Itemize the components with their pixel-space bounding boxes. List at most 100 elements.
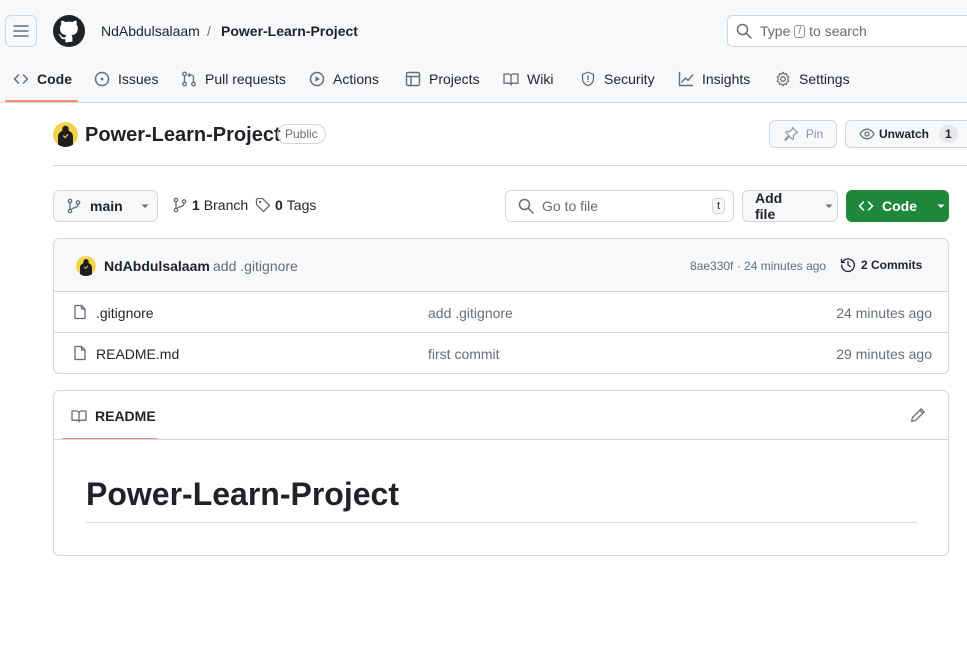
tab-label: Projects [429,71,480,87]
tab-label: Issues [118,71,159,87]
commit-author-link[interactable]: NdAbdulsalaam [104,258,210,274]
search-icon [736,23,752,39]
readme-divider [54,439,948,440]
readme-tab-label: README [95,408,156,424]
file-commit-message-link[interactable]: first commit [428,346,500,362]
search-input[interactable]: Type / to search [727,15,967,47]
code-icon [858,198,874,214]
tab-settings[interactable]: Settings [775,67,850,91]
issue-icon [94,71,110,87]
readme-panel: README Power-Learn-Project [53,390,949,556]
file-icon [72,304,88,320]
breadcrumb-repo-link[interactable]: Power-Learn-Project [221,22,358,40]
repo-title[interactable]: Power-Learn-Project [85,122,281,148]
table-row: .gitignore add .gitignore 24 minutes ago [54,292,948,333]
owner-avatar[interactable] [53,122,78,147]
search-shortcut-key: / [794,24,806,38]
hamburger-icon [13,23,29,39]
go-to-file-input[interactable]: Go to file t [505,190,734,222]
table-row: README.md first commit 29 minutes ago [54,333,948,373]
tab-security[interactable]: Security [580,67,655,91]
commits-count-label: 2 Commits [861,258,923,272]
eye-icon [859,126,875,142]
git-branch-icon [66,198,82,214]
title-divider [53,165,967,166]
visibility-badge: Public [277,124,326,144]
file-commit-age: 29 minutes ago [836,346,932,362]
tab-label: Security [604,71,655,87]
branch-count: 1 [192,197,200,213]
book-icon [503,71,519,87]
unwatch-label: Unwatch [879,127,930,141]
add-file-button[interactable]: Add file [742,190,838,222]
pencil-icon[interactable] [910,407,926,423]
branch-word: Branch [203,197,249,213]
book-icon [71,408,87,424]
pin-label: Pin [805,127,824,141]
readme-heading: Power-Learn-Project [86,476,399,512]
play-icon [309,71,325,87]
file-commit-message-link[interactable]: add .gitignore [428,305,513,321]
tab-label: Wiki [527,71,554,87]
github-logo-icon[interactable] [53,15,85,47]
code-button-label: Code [882,198,917,214]
tab-wiki[interactable]: Wiki [503,67,553,91]
readme-tab[interactable]: README [71,408,156,424]
tab-label: Code [37,71,72,87]
history-icon [840,257,856,273]
latest-commit-bar: NdAbdulsalaam add .gitignore 8ae330f · 2… [54,239,948,292]
readme-heading-rule [86,522,917,523]
branch-name: main [90,198,123,214]
watch-count: 1 [939,125,958,143]
tab-label: Actions [333,71,379,87]
pin-button[interactable]: Pin [769,120,837,148]
branch-select-button[interactable]: main [53,190,158,222]
code-button[interactable]: Code [846,190,949,222]
chevron-down-icon [933,198,949,214]
breadcrumb-separator: / [207,23,211,39]
tab-projects[interactable]: Projects [405,67,480,91]
tag-count: 0 [275,197,283,213]
commits-history-link[interactable]: 2 Commits [840,257,922,273]
active-tab-indicator [5,100,78,102]
code-icon [13,71,29,87]
tags-link[interactable]: 0 Tags [255,197,316,213]
file-table: NdAbdulsalaam add .gitignore 8ae330f · 2… [53,238,949,374]
graph-icon [678,71,694,87]
unwatch-button[interactable]: Unwatch 1 [845,120,967,148]
tab-issues[interactable]: Issues [94,67,158,91]
file-commit-age: 24 minutes ago [836,305,932,321]
gear-icon [775,71,791,87]
branches-link[interactable]: 1 Branch [172,197,248,213]
pin-icon [783,126,799,142]
file-name-link[interactable]: .gitignore [96,305,154,321]
tag-icon [255,197,271,213]
add-file-label: Add file [755,190,783,222]
breadcrumb-owner-link[interactable]: NdAbdulsalaam [101,22,200,40]
chevron-down-icon [821,198,837,214]
menu-button[interactable] [5,15,37,47]
go-to-file-shortcut: t [711,198,725,214]
commit-author-avatar[interactable] [76,256,96,276]
tab-insights[interactable]: Insights [678,67,750,91]
chevron-down-icon [137,198,153,214]
tab-code[interactable]: Code [13,67,72,91]
go-to-file-placeholder: Go to file [542,198,599,214]
commit-message-link[interactable]: add .gitignore [213,258,298,274]
table-icon [405,71,421,87]
file-icon [72,345,88,361]
tab-label: Settings [799,71,850,87]
commit-hash-time[interactable]: 8ae330f · 24 minutes ago [690,259,826,273]
tab-pull-requests[interactable]: Pull requests [181,67,286,91]
search-icon [518,198,534,214]
tab-actions[interactable]: Actions [309,67,379,91]
tab-label: Pull requests [205,71,286,87]
tag-word: Tags [286,197,317,213]
pull-request-icon [181,71,197,87]
tab-label: Insights [702,71,751,87]
shield-icon [580,71,596,87]
repo-header: NdAbdulsalaam / Power-Learn-Project Type… [0,0,967,103]
file-name-link[interactable]: README.md [96,346,179,362]
search-placeholder-after: to search [809,23,867,39]
search-placeholder-before: Type [760,23,791,39]
